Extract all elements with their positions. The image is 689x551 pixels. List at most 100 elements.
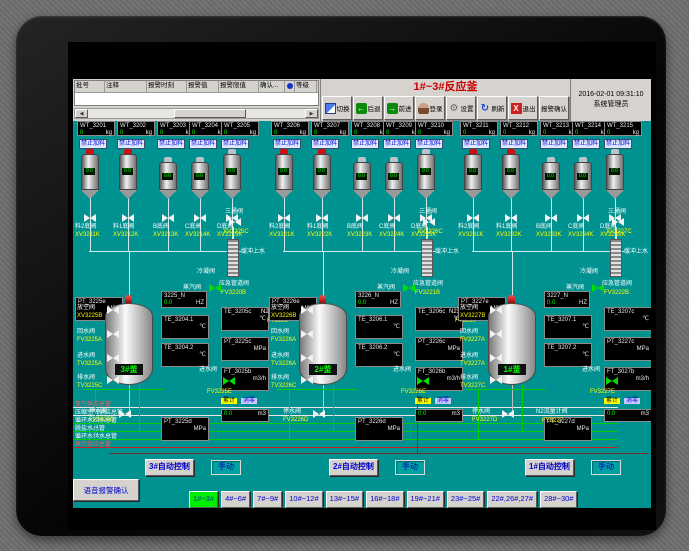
toolbar-button-none[interactable]: 报警确认	[539, 96, 569, 120]
reactor-vessel[interactable]: 3#釜	[105, 303, 153, 385]
reactor-valve-icon[interactable]	[313, 410, 325, 419]
steam-valve-icon[interactable]	[592, 284, 604, 293]
three-way-valve-icon[interactable]	[612, 218, 624, 227]
scroll-right-icon[interactable]: ▶	[305, 109, 318, 118]
reactor-valve-icon[interactable]	[107, 354, 119, 363]
steam-valve-icon[interactable]	[403, 284, 415, 293]
alarm-list[interactable]: 批号注释报警时刻报警值报警限值确认...等级	[74, 80, 319, 106]
reactor-valve-icon[interactable]	[107, 376, 119, 385]
reactor-valve-icon[interactable]	[119, 410, 131, 419]
scrollbar-track[interactable]	[88, 109, 305, 118]
legend-label: 循环水供水总管	[75, 434, 117, 441]
pipe	[73, 423, 618, 424]
bottom-valve-icon[interactable]	[316, 214, 328, 223]
auto-control-button[interactable]: 2#自动控制	[329, 459, 378, 476]
temperature-display: TE_3206.1℃	[355, 315, 403, 339]
three-way-valve-icon[interactable]	[229, 218, 241, 227]
reactor-valve-icon[interactable]	[301, 354, 313, 363]
inlet-valve-icon[interactable]	[606, 377, 618, 386]
reactor-valve-icon[interactable]	[490, 354, 502, 363]
tank-body: 0.0	[502, 154, 520, 190]
bottom-valve-icon[interactable]	[84, 214, 96, 223]
toolbar-button-forward[interactable]: →前进	[384, 96, 414, 120]
toolbar-button-back[interactable]: ←后退	[353, 96, 383, 120]
alarm-scrollbar[interactable]: ◀ ▶	[74, 108, 319, 119]
totalizer-button[interactable]: 累计	[221, 398, 237, 404]
nav-button-23#~25#[interactable]: 23#~25#	[447, 491, 484, 508]
temperature-display: TE_3204.1℃	[161, 315, 209, 339]
bottom-valve-icon[interactable]	[467, 214, 479, 223]
bottom-valve-icon[interactable]	[194, 214, 206, 223]
display-row: 0kg	[120, 130, 152, 137]
reactor-valve-icon[interactable]	[301, 306, 313, 315]
pipe	[394, 195, 395, 251]
totalizer-button[interactable]: 累计	[604, 398, 620, 404]
temperature-display: TE_3204.2℃	[161, 343, 209, 367]
three-way-valve-label: 三通阀	[419, 209, 437, 216]
toolbar-button-switch[interactable]: 切换	[322, 96, 352, 120]
nav-button-19#~21#[interactable]: 19#~21#	[407, 491, 444, 508]
bottom-valve-icon[interactable]	[356, 214, 368, 223]
bottom-valve-icon[interactable]	[577, 214, 589, 223]
bottom-valve-icon[interactable]	[545, 214, 557, 223]
toolbar-button-login[interactable]: 登录	[415, 96, 445, 120]
voice-alarm-ack-button[interactable]: 语音报警确认	[73, 479, 139, 501]
nav-button-10#~12#[interactable]: 10#~12#	[285, 491, 322, 508]
nav-button-16#~18#[interactable]: 16#~18#	[366, 491, 403, 508]
tank-cone	[464, 190, 482, 199]
bottom-valve-icon[interactable]	[122, 214, 134, 223]
toolbar-button-settings[interactable]: ⚙设置	[446, 96, 476, 120]
bottom-valve-icon[interactable]	[162, 214, 174, 223]
buffer-water-label: 缓冲上水	[624, 249, 648, 256]
reactor-valve-label: 回水阀	[460, 329, 478, 336]
display-unit: MPa	[194, 426, 206, 433]
auto-control-button[interactable]: 3#自动控制	[145, 459, 194, 476]
tank-cone	[313, 190, 331, 199]
display-unit: MPa	[637, 346, 649, 353]
reset-button[interactable]: 消零	[435, 398, 451, 404]
nav-button-7#~9#[interactable]: 7#~9#	[253, 491, 282, 508]
reactor-valve-icon[interactable]	[490, 376, 502, 385]
scroll-left-icon[interactable]: ◀	[75, 109, 88, 118]
bottom-valve-icon[interactable]	[505, 214, 517, 223]
tank-cone	[353, 190, 371, 199]
auto-control-button[interactable]: 1#自动控制	[525, 459, 574, 476]
reactor-vessel[interactable]: 2#釜	[299, 303, 347, 385]
toolbar-button-refresh[interactable]: ↻刷新	[477, 96, 507, 120]
reactor-valve-icon[interactable]	[107, 330, 119, 339]
feed-status-label: 禁止加料	[157, 139, 185, 149]
temperature-display-tag: TE_3206.1	[358, 317, 400, 324]
pipe	[109, 453, 649, 454]
process-display: PT_3227cMPa	[604, 337, 651, 361]
reactor-valve-icon[interactable]	[301, 330, 313, 339]
inlet-valve-icon[interactable]	[223, 377, 235, 386]
temperature-display-tag: TE_3207.2	[547, 345, 589, 352]
hmi-application: 批号注释报警时刻报警值报警限值确认...等级 ◀ ▶ 1#~3#反应釜 切换←后…	[73, 79, 651, 508]
scrollbar-thumb[interactable]	[174, 109, 246, 118]
nav-button-13#~15#[interactable]: 13#~15#	[326, 491, 363, 508]
steam-valve-icon[interactable]	[209, 284, 221, 293]
feed-tank: 0.0	[159, 157, 177, 199]
nav-button-1#~3#[interactable]: 1#~3#	[189, 491, 218, 508]
reactor-vessel[interactable]: 1#釜	[488, 303, 536, 385]
reset-button[interactable]: 消零	[241, 398, 257, 404]
nav-button-4#~6#[interactable]: 4#~6#	[221, 491, 250, 508]
bottom-valve-icon[interactable]	[278, 214, 290, 223]
nav-button-28#~30#[interactable]: 28#~30#	[540, 491, 577, 508]
nav-button-22#,26#,27#[interactable]: 22#,26#,27#	[487, 491, 537, 508]
toolbar-button-exit[interactable]: X退出	[508, 96, 538, 120]
bottom-valve-icon[interactable]	[388, 214, 400, 223]
reactor-valve-icon[interactable]	[490, 330, 502, 339]
tag-label: XV3233K	[536, 232, 561, 239]
reactor-valve-icon[interactable]	[490, 306, 502, 315]
inlet-valve-icon[interactable]	[417, 377, 429, 386]
valve-label: C底阀	[185, 224, 201, 231]
reactor-valve-icon[interactable]	[301, 376, 313, 385]
three-way-valve-icon[interactable]	[423, 218, 435, 227]
reactor-valve-icon[interactable]	[502, 410, 514, 419]
display-value: 0.0	[164, 300, 172, 307]
reactor-valve-icon[interactable]	[107, 306, 119, 315]
reset-button[interactable]: 消零	[624, 398, 640, 404]
display-unit: MPa	[448, 346, 460, 353]
totalizer-button[interactable]: 累计	[415, 398, 431, 404]
